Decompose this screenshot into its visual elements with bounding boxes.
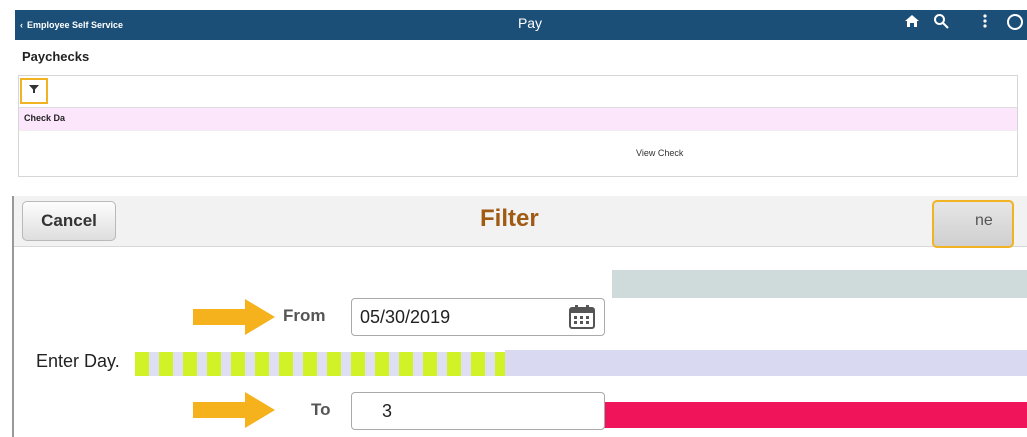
- page-title: Pay: [517, 15, 543, 31]
- calendar-icon[interactable]: [569, 305, 595, 329]
- paychecks-title: Paychecks: [22, 49, 90, 64]
- column-header-check-date[interactable]: Check Da: [24, 113, 65, 123]
- navbar-icon[interactable]: [1006, 13, 1024, 35]
- done-button-label: ne: [975, 212, 993, 229]
- from-date-input[interactable]: 05/30/2019: [351, 298, 605, 336]
- obscured-region: [135, 352, 505, 376]
- filter-title: Filter: [480, 205, 539, 232]
- filter-icon: [28, 82, 40, 100]
- done-button[interactable]: [932, 200, 1014, 248]
- home-icon[interactable]: [904, 13, 920, 33]
- arrow-right-icon: [193, 392, 275, 428]
- search-icon[interactable]: [933, 13, 949, 33]
- chevron-left-icon: ‹: [20, 20, 23, 30]
- to-date-value: 3: [382, 400, 393, 421]
- from-label: From: [283, 306, 326, 325]
- to-label: To: [311, 400, 331, 419]
- back-button[interactable]: ‹ Employee Self Service: [20, 16, 150, 34]
- filter-button[interactable]: [20, 78, 48, 104]
- view-check-link[interactable]: View Check: [636, 148, 683, 158]
- arrow-right-icon: [193, 299, 275, 335]
- enter-day-label: Enter Day.: [36, 351, 120, 371]
- to-date-input[interactable]: 3: [351, 392, 605, 430]
- cancel-button[interactable]: Cancel: [22, 201, 116, 241]
- more-vert-icon[interactable]: [982, 13, 988, 33]
- obscured-region: [505, 350, 1027, 376]
- grid-header-row: [19, 107, 1017, 131]
- obscured-region: [612, 270, 1027, 298]
- from-date-value: 05/30/2019: [360, 306, 451, 327]
- back-button-label: Employee Self Service: [27, 20, 124, 30]
